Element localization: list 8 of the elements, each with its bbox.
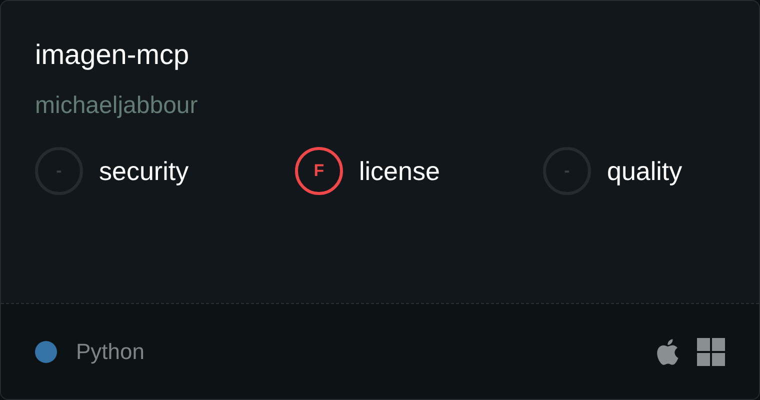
score-label: license — [359, 154, 440, 188]
score-label: security — [99, 154, 189, 188]
score-label: quality — [607, 154, 682, 188]
apple-icon — [655, 338, 679, 366]
language-label: Python — [76, 338, 144, 366]
repo-title: imagen-mcp — [35, 38, 190, 72]
windows-icon — [697, 338, 725, 366]
owner-name: michaeljabbour — [35, 91, 198, 121]
